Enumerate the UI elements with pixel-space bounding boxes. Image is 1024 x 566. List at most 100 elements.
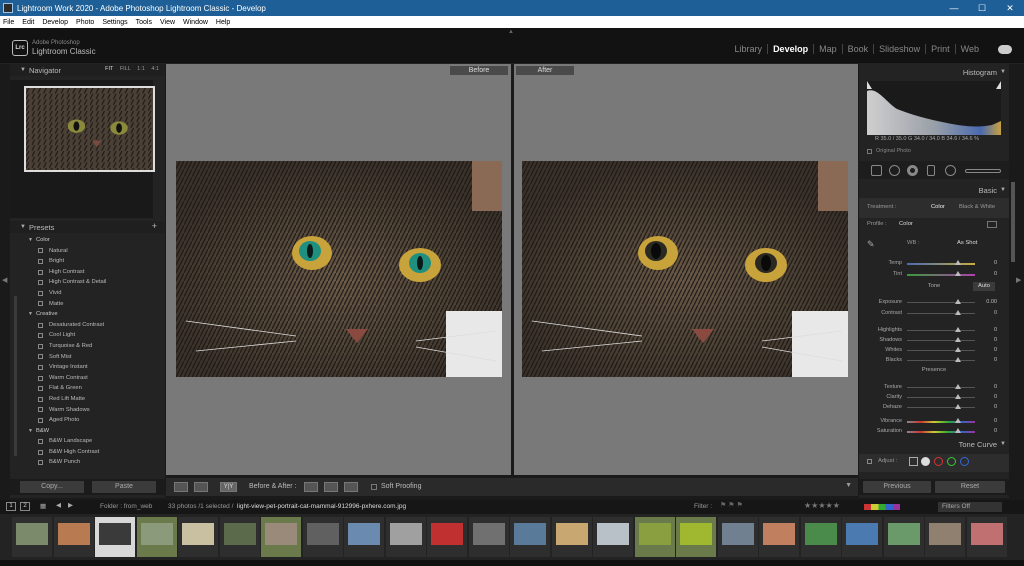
filmstrip-thumb[interactable] [302,517,343,557]
module-map[interactable]: Map [814,44,843,54]
point-curve-green-icon[interactable] [947,457,956,466]
original-photo-toggle[interactable]: Original Photo [867,148,911,154]
tone-curve-target-icon[interactable] [867,459,872,464]
module-book[interactable]: Book [843,44,875,54]
slider-track[interactable] [907,387,975,388]
before-after-mode-button[interactable]: Y|Y [220,482,237,492]
preset-item[interactable]: Cool Light [20,330,165,341]
slider-knob[interactable] [955,357,961,362]
menu-develop[interactable]: Develop [42,19,68,26]
tone-curve-header[interactable]: Tone Curve ▼ [859,438,1009,451]
preset-item[interactable]: High Contrast [20,267,165,278]
point-curve-red-icon[interactable] [934,457,943,466]
copy-after-to-before-icon[interactable] [324,482,338,492]
filmstrip-thumb[interactable] [925,517,965,557]
preset-item[interactable]: Red Lift Matte [20,394,165,405]
slider-value[interactable]: 0 [994,337,997,343]
toolbar-menu-icon[interactable]: ▼ [845,482,852,489]
histogram[interactable] [867,81,1001,135]
filmstrip-thumb[interactable] [12,517,52,557]
slider-knob[interactable] [955,327,961,332]
filmstrip-thumb[interactable] [261,517,301,557]
point-curve-white-icon[interactable] [921,457,930,466]
filmstrip-thumb[interactable] [510,517,550,557]
module-slideshow[interactable]: Slideshow [874,44,927,54]
parametric-curve-icon[interactable] [909,457,918,466]
navigator-header[interactable]: ▼ Navigator FIT FILL 1:1 4:1 [10,64,165,76]
grid-icon[interactable]: ▦ [40,502,46,510]
collapse-top-icon[interactable]: ▲ [508,29,514,35]
filmstrip-thumb[interactable] [593,517,633,557]
slider-texture[interactable]: Texture 0 [859,382,1009,392]
copy-button[interactable]: Copy... [20,481,84,493]
filters-off-dropdown[interactable]: Filters Off [938,502,1002,512]
slider-knob[interactable] [955,347,961,352]
paste-button[interactable]: Paste [92,481,156,493]
slider-track[interactable] [907,302,975,303]
preset-group[interactable]: ▼ Color [20,235,165,246]
slider-knob[interactable] [955,428,961,433]
slider-track[interactable] [907,340,975,341]
filmstrip-thumb[interactable] [883,517,924,557]
filmstrip-scrollbar[interactable] [0,560,1024,566]
filmstrip-thumb[interactable] [551,517,592,557]
slider-knob[interactable] [955,299,961,304]
slider-knob[interactable] [955,384,961,389]
slider-temp[interactable]: Temp 0 [859,258,1009,268]
reset-button[interactable]: Reset [935,481,1005,493]
slider-knob[interactable] [955,418,961,423]
preset-item[interactable]: Natural [20,246,165,257]
filmstrip-thumb[interactable] [178,517,218,557]
slider-value[interactable]: 0.00 [986,299,997,305]
preset-item[interactable]: High Contrast & Detail [20,277,165,288]
collapse-left-icon[interactable]: ◀ [2,276,7,284]
filmstrip-thumb[interactable] [468,517,509,557]
filmstrip-thumb-selected[interactable] [95,517,135,557]
right-panel-scrollbar[interactable] [1011,182,1015,262]
slider-track[interactable] [907,313,975,314]
preset-item[interactable]: Aged Photo [20,415,165,426]
zoom-4-1[interactable]: 4:1 [151,66,159,72]
slider-blacks[interactable]: Blacks 0 [859,355,1009,365]
previous-button[interactable]: Previous [863,481,931,493]
preset-item[interactable]: Bright [20,256,165,267]
presets-header[interactable]: ▼ Presets + [10,221,165,233]
cloud-icon[interactable] [998,45,1012,54]
brush-tool-icon[interactable] [965,169,1001,173]
slider-track[interactable] [907,421,975,423]
maximize-button[interactable]: ☐ [968,0,996,16]
module-web[interactable]: Web [956,44,984,54]
back-arrow-icon[interactable]: ◀ [56,501,61,509]
slider-track[interactable] [907,431,975,433]
profile-browser-icon[interactable] [987,221,997,228]
filmstrip-thumb[interactable] [385,517,426,557]
slider-highlights[interactable]: Highlights 0 [859,325,1009,335]
wb-value[interactable]: As Shot [957,240,977,246]
preset-item[interactable]: Turquoise & Red [20,341,165,352]
filmstrip-thumb[interactable] [427,517,467,557]
slider-value[interactable]: 0 [994,271,997,277]
filmstrip-thumb[interactable] [344,517,384,557]
slider-track[interactable] [907,350,975,351]
slider-knob[interactable] [955,337,961,342]
slider-track[interactable] [907,263,975,265]
menu-tools[interactable]: Tools [136,19,152,26]
red-eye-tool-icon[interactable] [907,165,918,176]
preset-item[interactable]: Matte [20,299,165,310]
preset-item[interactable]: B&W Punch [20,457,165,468]
slider-knob[interactable] [955,260,961,265]
filmstrip-thumb[interactable] [800,517,841,557]
preset-item[interactable]: B&W Landscape [20,436,165,447]
slider-track[interactable] [907,330,975,331]
treatment-color[interactable]: Color [931,204,945,210]
slider-value[interactable]: 0 [994,394,997,400]
preset-item[interactable]: B&W High Contrast [20,447,165,458]
copy-before-to-after-icon[interactable] [304,482,318,492]
slider-dehaze[interactable]: Dehaze 0 [859,402,1009,412]
slider-value[interactable]: 0 [994,384,997,390]
filmstrip-thumb[interactable] [717,517,758,557]
color-label-filter[interactable] [864,504,900,510]
slider-whites[interactable]: Whites 0 [859,345,1009,355]
slider-clarity[interactable]: Clarity 0 [859,392,1009,402]
slider-value[interactable]: 0 [994,260,997,266]
